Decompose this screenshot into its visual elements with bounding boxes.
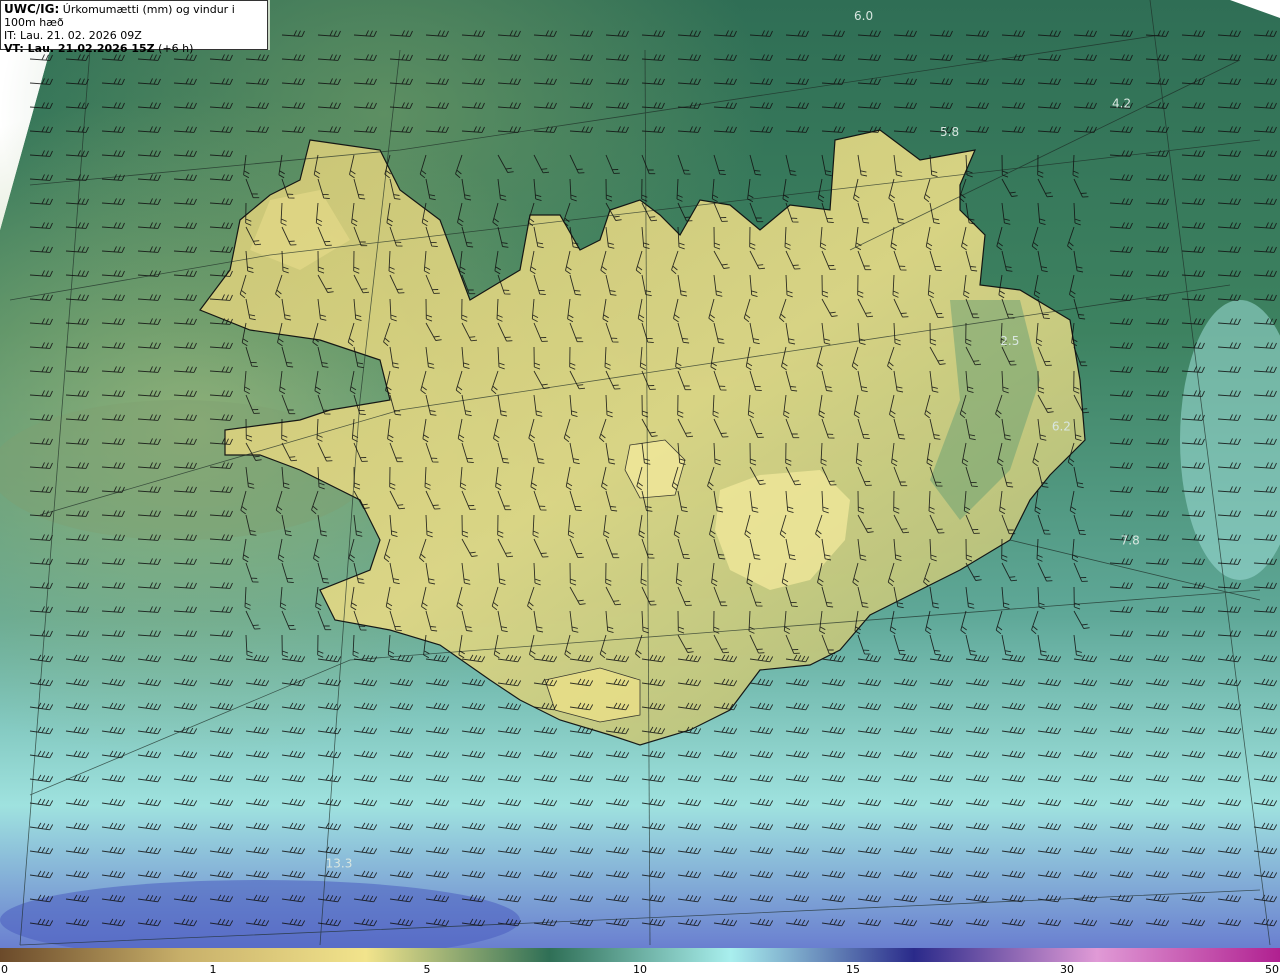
valid-offset: (+6 h) <box>158 42 194 55</box>
map-header: UWC/IG: Úrkomumætti (mm) og vindur i 100… <box>0 0 268 55</box>
colorbar-gradient <box>0 948 1280 962</box>
valid-time: VT: Lau. 21.02.2026 15Z <box>4 42 155 55</box>
model-label: UWC/IG: <box>4 2 60 16</box>
colorbar-tick-15: 15 <box>846 963 860 976</box>
colorbar-tick-0: 0 <box>1 963 8 976</box>
contour-label: 6.2 <box>1052 420 1071 434</box>
colorbar-tick-1: 1 <box>209 963 217 976</box>
contour-label: 7.8 <box>1121 534 1140 548</box>
colorbar-tick-5: 5 <box>423 963 431 976</box>
precipitation-map: 6.0 5.8 4.2 2.5 6.2 7.8 13.3 <box>0 0 1280 948</box>
contour-label: 6.0 <box>854 9 873 23</box>
colorbar-tick-50: 50 <box>1265 963 1279 976</box>
colorbar: 0 1 5 10 15 30 50 <box>0 948 1280 978</box>
colorbar-tick-10: 10 <box>633 963 647 976</box>
colorbar-tick-30: 30 <box>1060 963 1074 976</box>
contour-label: 2.5 <box>1000 334 1019 348</box>
init-time: IT: Lau. 21. 02. 2026 09Z <box>4 29 142 42</box>
contour-label: 5.8 <box>940 125 959 139</box>
contour-label: 13.3 <box>326 857 353 871</box>
contour-label: 4.2 <box>1112 97 1131 111</box>
